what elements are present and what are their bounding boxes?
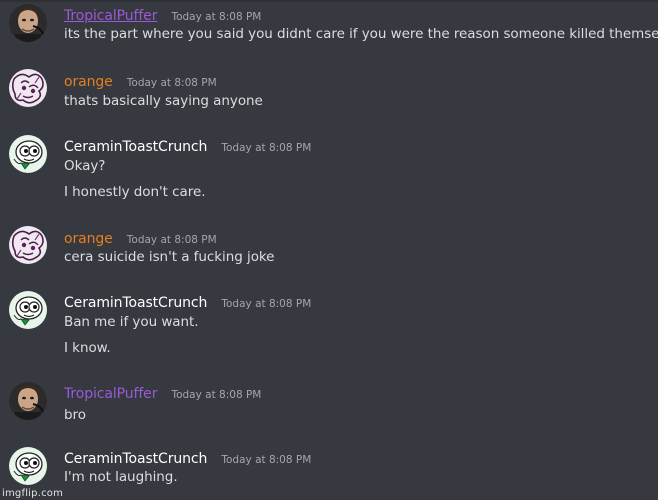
message-text: I honestly don't care. xyxy=(64,184,206,200)
message-text: bro xyxy=(64,407,86,423)
timestamp: Today at 8:08 PM xyxy=(171,11,262,23)
avatar[interactable] xyxy=(9,291,47,329)
watermark: imgflip.com xyxy=(2,488,64,499)
sketch-avatar-icon xyxy=(9,69,47,107)
author-name[interactable]: CeraminToastCrunch xyxy=(64,139,207,155)
top-divider xyxy=(0,0,658,2)
author-name[interactable]: CeraminToastCrunch xyxy=(64,451,207,467)
author-name[interactable]: TropicalPuffer xyxy=(64,386,157,402)
timestamp: Today at 8:08 PM xyxy=(221,454,312,466)
chat-log: TropicalPuffer Today at 8:08 PM its the … xyxy=(0,0,658,500)
author-name[interactable]: orange xyxy=(64,231,113,247)
message-text: its the part where you said you didnt ca… xyxy=(64,26,658,42)
cartoon-avatar-icon xyxy=(9,135,47,173)
cartoon-avatar-icon xyxy=(9,447,47,485)
message-text: thats basically saying anyone xyxy=(64,93,263,109)
timestamp: Today at 8:08 PM xyxy=(126,234,217,246)
photo-avatar-icon xyxy=(9,4,47,42)
message-text: cera suicide isn't a fucking joke xyxy=(64,249,275,265)
cartoon-avatar-icon xyxy=(9,291,47,329)
timestamp: Today at 8:08 PM xyxy=(126,77,217,89)
avatar[interactable] xyxy=(9,69,47,107)
timestamp: Today at 8:08 PM xyxy=(171,389,262,401)
sketch-avatar-icon xyxy=(9,226,47,264)
timestamp: Today at 8:08 PM xyxy=(221,298,312,310)
avatar[interactable] xyxy=(9,447,47,485)
author-name[interactable]: TropicalPuffer xyxy=(64,8,157,24)
message-text: I know. xyxy=(64,340,111,356)
message-text: Okay? xyxy=(64,158,106,174)
timestamp: Today at 8:08 PM xyxy=(221,142,312,154)
author-name[interactable]: CeraminToastCrunch xyxy=(64,295,207,311)
photo-avatar-icon xyxy=(9,382,47,420)
message-text: I'm not laughing. xyxy=(64,469,178,485)
message-text: Ban me if you want. xyxy=(64,314,199,330)
avatar[interactable] xyxy=(9,226,47,264)
avatar[interactable] xyxy=(9,135,47,173)
avatar[interactable] xyxy=(9,4,47,42)
avatar[interactable] xyxy=(9,382,47,420)
author-name[interactable]: orange xyxy=(64,74,113,90)
